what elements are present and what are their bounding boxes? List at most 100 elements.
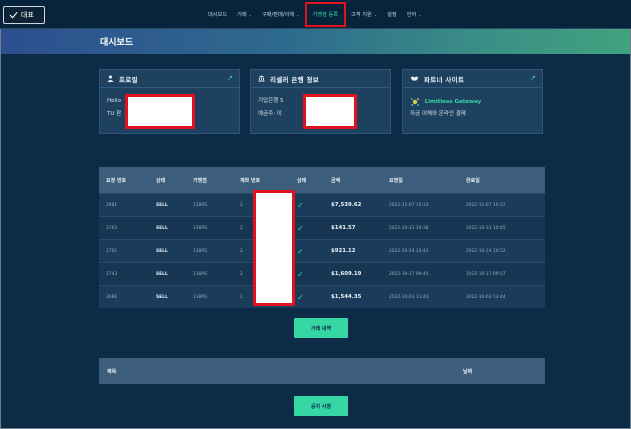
cell-id: 2763 (106, 225, 118, 231)
transactions-table: 요청 번호 상태 가맹점 계좌 번호 상태 금액 요청일 완료일 2881 SE… (99, 167, 545, 308)
cell-id: 2881 (106, 202, 118, 208)
brand-button[interactable]: 대표 (3, 6, 45, 24)
partner-description: 자금 이체와 온라인 결제 (410, 111, 466, 117)
redaction-box (253, 190, 295, 306)
table-row[interactable]: 2743 SELL 138PG 2 ✓ $1,609.19 2022-10-17… (99, 262, 545, 285)
card-title: 리셀러 은행 정보 (270, 75, 320, 84)
notice-table-header: 제목 날짜 (99, 358, 545, 384)
nav-item-language[interactable]: 언어 ⌄ (402, 11, 427, 18)
card-header: 프로필 ↗ (100, 70, 239, 88)
notice-col-title: 제목 (107, 369, 117, 375)
cell-amount: $141.57 (331, 225, 356, 231)
chevron-down-icon: ⌄ (418, 11, 422, 17)
table-header: 요청 번호 상태 가맹점 계좌 번호 상태 금액 요청일 완료일 (99, 167, 545, 193)
cell-merchant: 138PG (193, 294, 208, 300)
partner-name: Limitless Gateway (424, 99, 482, 105)
nav-item-transactions[interactable]: 거래 ⌄ (232, 11, 257, 18)
check-icon: ✓ (297, 269, 304, 279)
cell-requested: 2022-11-07 10:33 (389, 202, 429, 208)
cell-id: 2743 (106, 271, 118, 277)
cell-completed: 2022-10-03 13:44 (466, 294, 506, 300)
nav-menu: 대시보드 거래 ⌄ 구매/판매/이체 ⌄ 가맹점 등록 고객 지원 ⌄ 설정 언어 ⌄ (203, 0, 427, 28)
cell-completed: 2022-10-31 10:45 (466, 225, 506, 231)
user-icon (107, 75, 114, 82)
nav-item-label: 가맹점 등록 (312, 11, 339, 18)
cell-amount: $1,609.19 (331, 271, 362, 277)
redaction-box (303, 94, 357, 129)
table-row[interactable]: 2763 SELL 138PG 2 ✓ $141.57 2022-10-31 1… (99, 216, 545, 239)
bank-icon (258, 75, 265, 82)
page-header-banner: 대시보드 (1, 29, 630, 54)
cell-requested: 2022-10-31 10:38 (389, 225, 429, 231)
transaction-history-button[interactable]: 거래 내역 (294, 318, 348, 338)
cell-state: ✓ (290, 293, 327, 302)
check-icon: ✓ (297, 292, 304, 302)
brand-label: 대표 (21, 11, 34, 19)
cell-status: SELL (156, 225, 168, 231)
chevron-down-icon: ⌄ (248, 11, 252, 17)
cell-completed: 2022-10-24 10:52 (466, 248, 506, 254)
table-row[interactable]: 2881 SELL 138PG 2 ✓ $7,539.62 2022-11-07… (99, 193, 545, 216)
card-title: 파트너 사이트 (424, 75, 465, 84)
col-status: 상태 (156, 177, 166, 184)
cell-state: ✓ (290, 201, 327, 210)
page-title: 대시보드 (100, 38, 134, 48)
cell-status: SELL (156, 271, 168, 277)
check-icon (9, 11, 18, 19)
cell-merchant: 138PG (193, 225, 208, 231)
notice-col-date: 날짜 (463, 369, 473, 375)
check-icon: ✓ (297, 200, 304, 210)
nav-item-label: 구매/판매/이체 (262, 11, 295, 18)
cell-amount: $7,539.62 (331, 202, 362, 208)
chevron-down-icon: ⌄ (373, 11, 378, 17)
nav-item-label: 설정 (387, 11, 397, 18)
cell-merchant: 138PG (193, 202, 208, 208)
card-header: 리셀러 은행 정보 (251, 70, 390, 88)
cell-id: 2686 (106, 294, 118, 300)
external-link-icon[interactable]: ↗ (530, 74, 536, 82)
cell-completed: 2022-10-17 09:57 (466, 271, 506, 277)
nav-item-merchant-registration[interactable]: 가맹점 등록 (304, 1, 347, 27)
cell-state: ✓ (290, 224, 327, 233)
cell-requested: 2022-10-24 10:43 (389, 248, 429, 254)
external-link-icon[interactable]: ↗ (227, 74, 233, 82)
check-icon: ✓ (297, 246, 304, 256)
redaction-box (125, 94, 195, 129)
nav-item-support[interactable]: 고객 지원 ⌄ (346, 11, 382, 18)
col-merchant: 가맹점 (193, 177, 207, 184)
nav-item-buy-sell-transfer[interactable]: 구매/판매/이체 ⌄ (257, 11, 305, 18)
chevron-down-icon: ⌄ (296, 11, 300, 17)
partner-site-card: 파트너 사이트 ↗ Limitless Gateway 자금 이체와 온라인 결… (402, 69, 543, 134)
col-amount: 금액 (331, 177, 341, 184)
partner-logo-icon (411, 97, 419, 106)
cell-state: ✓ (290, 247, 327, 256)
cell-id: 2701 (106, 248, 118, 254)
table-row[interactable]: 2686 SELL 138PG 2 ✓ $1,544.35 2022-10-03… (99, 285, 545, 308)
cell-completed: 2022-11-07 10:37 (466, 202, 506, 208)
notices-button[interactable]: 공지 사항 (294, 396, 348, 416)
col-request-id: 요청 번호 (106, 177, 127, 184)
handshake-icon (410, 76, 419, 81)
nav-item-label: 언어 (406, 11, 417, 18)
nav-item-label: 고객 지원 (351, 11, 372, 18)
top-navbar: 대표 대시보드 거래 ⌄ 구매/판매/이체 ⌄ 가맹점 등록 고객 지원 ⌄ 설정 언… (0, 0, 631, 29)
col-state: 상태 (297, 177, 307, 184)
table-body: 2881 SELL 138PG 2 ✓ $7,539.62 2022-11-07… (99, 193, 545, 308)
nav-item-label: 거래 (237, 11, 247, 18)
check-icon: ✓ (297, 223, 304, 233)
col-requested: 요청일 (389, 177, 403, 184)
cell-requested: 2022-10-17 09:45 (389, 271, 429, 277)
nav-item-dashboard[interactable]: 대시보드 (203, 11, 232, 18)
cell-status: SELL (156, 294, 168, 300)
cell-status: SELL (156, 248, 168, 254)
card-header: 파트너 사이트 ↗ (403, 70, 542, 88)
col-completed: 완료일 (466, 177, 480, 184)
cell-status: SELL (156, 202, 168, 208)
card-body: Limitless Gateway 자금 이체와 온라인 결제 (403, 88, 542, 120)
cell-merchant: 138PG (193, 248, 208, 254)
table-row[interactable]: 2701 SELL 138PG 2 ✓ $921.12 2022-10-24 1… (99, 239, 545, 262)
nav-item-settings[interactable]: 설정 (382, 11, 402, 18)
profile-card: 프로필 ↗ Hello TU 판 (99, 69, 240, 134)
cell-state: ✓ (290, 270, 327, 279)
partner-link[interactable]: Limitless Gateway (410, 96, 542, 108)
